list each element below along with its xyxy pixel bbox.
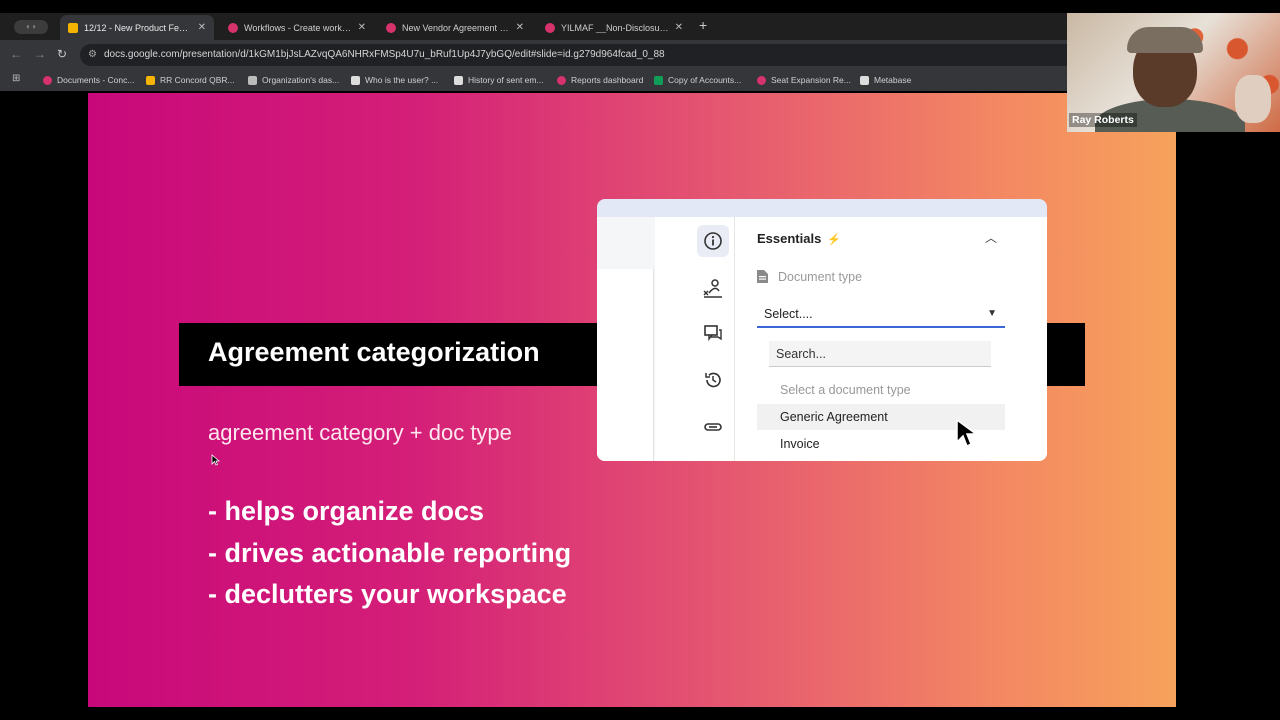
close-tab-icon[interactable]: ✕	[516, 22, 524, 33]
reload-icon[interactable]: ↻	[57, 47, 67, 61]
tab-title: YILMAF __Non-Disclosure Ag...	[561, 22, 669, 33]
bookmark-label: Reports dashboard	[571, 75, 644, 85]
attachment-icon[interactable]	[697, 411, 729, 443]
back-arrow-icon[interactable]: ←	[10, 47, 22, 61]
address-bar[interactable]: ⚙ docs.google.com/presentation/d/1kGM1bj…	[80, 44, 1080, 66]
slide-subtitle: agreement category + doc type	[208, 420, 512, 445]
browser-tab[interactable]: YILMAF __Non-Disclosure Ag... ✕	[537, 15, 691, 40]
bullet-item: - helps organize docs	[208, 496, 485, 526]
bookmark-favicon-icon	[757, 75, 766, 85]
browser-tab-active[interactable]: 12/12 - New Product Features ✕	[60, 15, 214, 40]
bookmark-favicon-icon	[146, 75, 155, 85]
close-tab-icon[interactable]: ✕	[198, 22, 206, 33]
mouse-cursor-icon	[956, 418, 979, 448]
comments-icon[interactable]	[697, 317, 729, 349]
new-tab-button[interactable]: +	[699, 17, 707, 33]
slides-favicon-icon	[68, 22, 78, 33]
tab-title: Workflows - Create workflow	[244, 22, 352, 33]
document-icon	[757, 270, 768, 286]
bookmark-label: Copy of Accounts...	[668, 75, 742, 85]
gmail-favicon-icon	[351, 75, 360, 85]
close-tab-icon[interactable]: ✕	[675, 22, 683, 33]
site-info-icon[interactable]: ⚙	[88, 44, 97, 66]
bookmark-label: Organization's das...	[262, 75, 340, 85]
essentials-heading: Essentials	[757, 231, 822, 246]
bookmark-item[interactable]: Who is the user? ...	[351, 73, 438, 87]
history-icon[interactable]	[697, 364, 729, 396]
presentation-slide: Agreement categorization agreement categ…	[88, 93, 1176, 707]
bookmark-item[interactable]: Seat Expansion Re...	[757, 73, 851, 87]
bookmark-item[interactable]: Organization's das...	[248, 73, 339, 87]
bookmark-label: Documents - Conc...	[57, 75, 135, 85]
bookmark-item[interactable]: Metabase	[860, 73, 911, 87]
profile-pill[interactable]: ◐◑	[14, 20, 48, 34]
bullet-item: - declutters your workspace	[208, 579, 567, 609]
sidebar-icon-rail	[691, 217, 735, 461]
browser-tab[interactable]: New Vendor Agreement - Pr... ✕	[378, 15, 532, 40]
document-type-label: Document type	[778, 270, 863, 284]
tab-title: New Vendor Agreement - Pr...	[402, 22, 510, 33]
close-tab-icon[interactable]: ✕	[358, 22, 366, 33]
bullet-item: - drives actionable reporting	[208, 538, 572, 568]
app-favicon-icon	[545, 22, 555, 33]
bookmark-label: RR Concord QBR...	[160, 75, 235, 85]
bookmark-item[interactable]: Copy of Accounts...	[654, 73, 741, 87]
search-input[interactable]: Search...	[769, 341, 991, 367]
bookmark-item[interactable]: Reports dashboard	[557, 73, 643, 87]
forward-arrow-icon[interactable]: →	[34, 47, 46, 61]
slide-title: Agreement categorization	[208, 337, 540, 367]
url-text: docs.google.com/presentation/d/1kGM1bjJs…	[104, 49, 665, 60]
panel-body: Essentials ⚡ ︿ Document type Select.... …	[597, 217, 1047, 461]
caret-down-icon: ▼	[987, 308, 997, 319]
bookmark-item[interactable]: History of sent em...	[454, 73, 544, 87]
bolt-icon: ⚡	[827, 234, 841, 246]
bookmark-favicon-icon	[557, 75, 566, 85]
bookmark-label: Seat Expansion Re...	[771, 75, 851, 85]
person-hand	[1235, 75, 1271, 123]
sheets-favicon-icon	[654, 75, 663, 85]
dropdown-option-placeholder: Select a document type	[780, 383, 911, 397]
document-page	[597, 269, 654, 461]
bookmark-favicon-icon	[43, 75, 52, 85]
apps-grid-icon[interactable]: ⊞	[12, 73, 20, 84]
essentials-panel-screenshot: Essentials ⚡ ︿ Document type Select.... …	[597, 199, 1047, 461]
bookmark-item[interactable]: RR Concord QBR...	[146, 73, 235, 87]
participant-name: Ray Roberts	[1069, 113, 1137, 127]
document-preview-area	[597, 217, 655, 461]
bookmark-label: Metabase	[874, 75, 912, 85]
gmail-favicon-icon	[454, 75, 463, 85]
chevron-up-icon[interactable]: ︿	[985, 229, 997, 246]
bookmark-label: Who is the user? ...	[365, 75, 439, 85]
browser-tab[interactable]: Workflows - Create workflow ✕	[220, 15, 374, 40]
document-type-select[interactable]: Select.... ▼	[757, 300, 1005, 328]
bookmark-label: History of sent em...	[468, 75, 544, 85]
select-value: Select....	[764, 307, 813, 321]
bookmark-favicon-icon	[860, 75, 869, 85]
bookmark-favicon-icon	[248, 75, 257, 85]
person-cap	[1127, 27, 1203, 53]
tab-title: 12/12 - New Product Features	[84, 22, 192, 33]
app-favicon-icon	[386, 22, 396, 33]
bookmark-item[interactable]: Documents - Conc...	[43, 73, 134, 87]
app-favicon-icon	[228, 22, 238, 33]
signature-icon[interactable]	[697, 272, 729, 304]
webcam-tile: Ray Roberts	[1067, 13, 1280, 132]
info-icon[interactable]	[697, 225, 729, 257]
small-mouse-cursor-icon	[211, 454, 220, 466]
